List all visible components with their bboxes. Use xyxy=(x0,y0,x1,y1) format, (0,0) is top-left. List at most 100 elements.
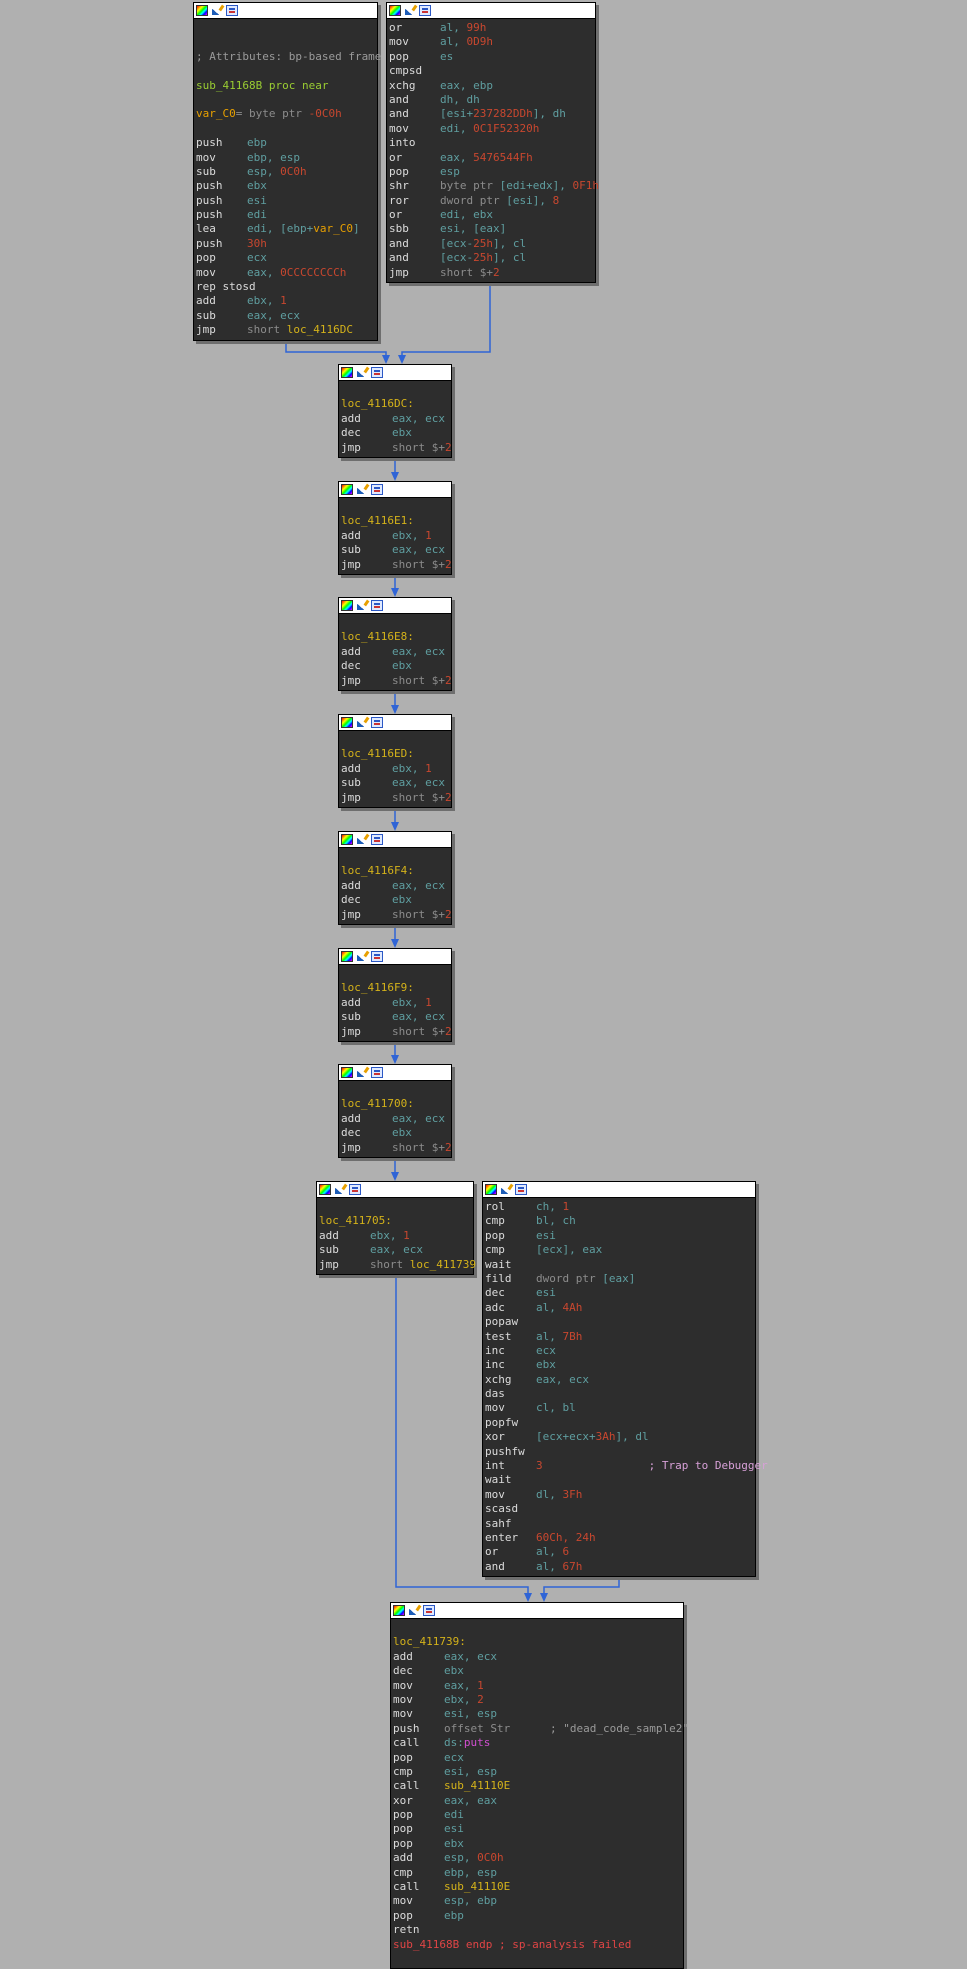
instruction-line[interactable]: xchg eax, ecx xyxy=(485,1373,753,1387)
instruction-line[interactable]: xchg eax, ebp xyxy=(389,79,593,93)
instruction-line[interactable]: push edi xyxy=(196,208,375,222)
instruction-line[interactable]: jmp short $+2 xyxy=(341,1141,452,1155)
instruction-line[interactable]: mov ebp, esp xyxy=(196,151,375,165)
list-icon[interactable] xyxy=(349,1184,361,1195)
instruction-line[interactable]: cmp ebp, esp xyxy=(393,1866,681,1880)
graph-icon[interactable] xyxy=(356,834,368,845)
instruction-line[interactable]: sub eax, ecx xyxy=(196,309,375,323)
instruction-line[interactable]: sub eax, ecx xyxy=(341,543,449,557)
instruction-line[interactable]: test al, 7Bh xyxy=(485,1330,753,1344)
instruction-line[interactable]: cmp [ecx], eax xyxy=(485,1243,753,1257)
instruction-line[interactable]: or edi, ebx xyxy=(389,208,593,222)
block-dead-code-2[interactable]: rol ch, 1 cmp bl, ch pop esi cmp [ecx], eax wait… xyxy=(482,1181,768,1578)
instruction-line[interactable]: cmp bl, ch xyxy=(485,1214,753,1228)
instruction-line[interactable]: mov esp, ebp xyxy=(393,1894,681,1908)
block-label[interactable]: loc_4116F9: xyxy=(341,981,449,995)
instruction-line[interactable]: call ds:puts xyxy=(393,1736,681,1750)
list-icon[interactable] xyxy=(515,1184,527,1195)
instruction-line[interactable]: dec ebx xyxy=(341,893,449,907)
instruction-line[interactable]: inc ecx xyxy=(485,1344,753,1358)
instruction-line[interactable]: rol ch, 1 xyxy=(485,1200,753,1214)
instruction-line[interactable]: popfw xyxy=(485,1416,753,1430)
instruction-line[interactable]: lea edi, [ebp+var_C0] xyxy=(196,222,375,236)
instruction-line[interactable]: sahf xyxy=(485,1517,753,1531)
instruction-line[interactable]: jmp short $+2 xyxy=(341,791,452,805)
instruction-line[interactable]: and [ecx-25h], cl xyxy=(389,251,593,265)
instruction-line[interactable]: scasd xyxy=(485,1502,753,1516)
color-icon[interactable] xyxy=(319,1184,331,1195)
instruction-line[interactable]: jmp short $+2 xyxy=(341,558,452,572)
instruction-line[interactable]: popaw xyxy=(485,1315,753,1329)
instruction-line[interactable]: sub esp, 0C0h xyxy=(196,165,375,179)
block-loc-411700[interactable]: loc_411700: add eax, ecx dec ebx jmp short $+2 xyxy=(338,1064,452,1158)
instruction-line[interactable]: wait xyxy=(485,1473,753,1487)
instruction-line[interactable]: dec ebx xyxy=(341,426,449,440)
instruction-line[interactable]: add eax, ecx xyxy=(341,645,449,659)
instruction-line[interactable]: pop esp xyxy=(389,165,593,179)
instruction-line[interactable]: xor [ecx+ecx+3Ah], dl xyxy=(485,1430,753,1444)
graph-icon[interactable] xyxy=(500,1184,512,1195)
block-label[interactable]: loc_4116F4: xyxy=(341,864,449,878)
instruction-line[interactable]: add ebx, 1 xyxy=(196,294,375,308)
instruction-line[interactable]: jmp short loc_411739 xyxy=(319,1258,476,1272)
list-icon[interactable] xyxy=(371,1067,383,1078)
instruction-line[interactable]: push 30h xyxy=(196,237,375,251)
instruction-line[interactable]: call sub_41110E xyxy=(393,1779,681,1793)
instruction-line[interactable]: adc al, 4Ah xyxy=(485,1301,753,1315)
color-icon[interactable] xyxy=(341,717,353,728)
instruction-line[interactable]: into xyxy=(389,136,593,150)
block-loc-4116ed[interactable]: loc_4116ED: add ebx, 1 sub eax, ecx jmp short … xyxy=(338,714,452,808)
block-loc-4116e1[interactable]: loc_4116E1: add ebx, 1 sub eax, ecx jmp short … xyxy=(338,481,452,575)
block-label[interactable]: loc_4116DC: xyxy=(341,397,449,411)
instruction-line[interactable]: add esp, 0C0h xyxy=(393,1851,681,1865)
instruction-line[interactable]: jmp short $+2 xyxy=(341,441,452,455)
instruction-line[interactable]: retn xyxy=(393,1923,681,1937)
color-icon[interactable] xyxy=(196,5,208,16)
instruction-line[interactable]: dec ebx xyxy=(341,659,449,673)
instruction-line[interactable]: mov eax, 1 xyxy=(393,1679,681,1693)
block-loc-4116e8[interactable]: loc_4116E8: add eax, ecx dec ebx jmp short $+2 xyxy=(338,597,452,691)
color-icon[interactable] xyxy=(341,951,353,962)
list-icon[interactable] xyxy=(226,5,238,16)
block-loc-4116dc[interactable]: loc_4116DC: add eax, ecx dec ebx jmp short $+2 xyxy=(338,364,452,458)
instruction-line[interactable]: int 3 ; Trap to Debugger xyxy=(485,1459,768,1473)
block-loc-4116f4[interactable]: loc_4116F4: add eax, ecx dec ebx jmp short $+2 xyxy=(338,831,452,925)
instruction-line[interactable]: fild dword ptr [eax] xyxy=(485,1272,753,1286)
instruction-line[interactable]: pushfw xyxy=(485,1445,753,1459)
instruction-line[interactable]: sub eax, ecx xyxy=(319,1243,471,1257)
color-icon[interactable] xyxy=(341,484,353,495)
instruction-line[interactable]: rep stosd xyxy=(196,280,375,294)
color-icon[interactable] xyxy=(389,5,401,16)
instruction-line[interactable]: dec ebx xyxy=(393,1664,681,1678)
list-icon[interactable] xyxy=(371,951,383,962)
block-loc-411705[interactable]: loc_411705: add ebx, 1 sub eax, ecx jmp short … xyxy=(316,1181,476,1275)
instruction-line[interactable]: add eax, ecx xyxy=(393,1650,681,1664)
instruction-line[interactable]: shr byte ptr [edi+edx], 0F1h xyxy=(389,179,599,193)
instruction-line[interactable]: pop esi xyxy=(393,1822,681,1836)
graph-icon[interactable] xyxy=(211,5,223,16)
instruction-line[interactable]: jmp short loc_4116DC xyxy=(196,323,375,337)
instruction-line[interactable]: push ebx xyxy=(196,179,375,193)
graph-icon[interactable] xyxy=(356,367,368,378)
instruction-line[interactable]: push ebp xyxy=(196,136,375,150)
instruction-line[interactable]: das xyxy=(485,1387,753,1401)
instruction-line[interactable]: cmp esi, esp xyxy=(393,1765,681,1779)
instruction-line[interactable]: and [ecx-25h], cl xyxy=(389,237,593,251)
instruction-line[interactable]: call sub_41110E xyxy=(393,1880,681,1894)
color-icon[interactable] xyxy=(485,1184,497,1195)
block-loc-411739[interactable]: loc_411739: add eax, ecx dec ebx mov eax, 1 mov… xyxy=(390,1602,689,1969)
instruction-line[interactable]: mov cl, bl xyxy=(485,1401,753,1415)
block-sub-41168b[interactable]: ; Attributes: bp-based frame sub_41168B p… xyxy=(193,2,381,341)
instruction-line[interactable]: sub eax, ecx xyxy=(341,1010,449,1024)
color-icon[interactable] xyxy=(341,834,353,845)
instruction-line[interactable]: dec esi xyxy=(485,1286,753,1300)
instruction-line[interactable]: sbb esi, [eax] xyxy=(389,222,593,236)
graph-icon[interactable] xyxy=(356,951,368,962)
instruction-line[interactable]: cmpsd xyxy=(389,64,593,78)
instruction-line[interactable]: sub eax, ecx xyxy=(341,776,449,790)
list-icon[interactable] xyxy=(371,484,383,495)
color-icon[interactable] xyxy=(341,600,353,611)
instruction-line[interactable]: pop es xyxy=(389,50,593,64)
instruction-line[interactable]: mov esi, esp xyxy=(393,1707,681,1721)
block-dead-code-1[interactable]: or al, 99h mov al, 0D9h pop es cmpsd xchg eax, e… xyxy=(386,2,599,284)
